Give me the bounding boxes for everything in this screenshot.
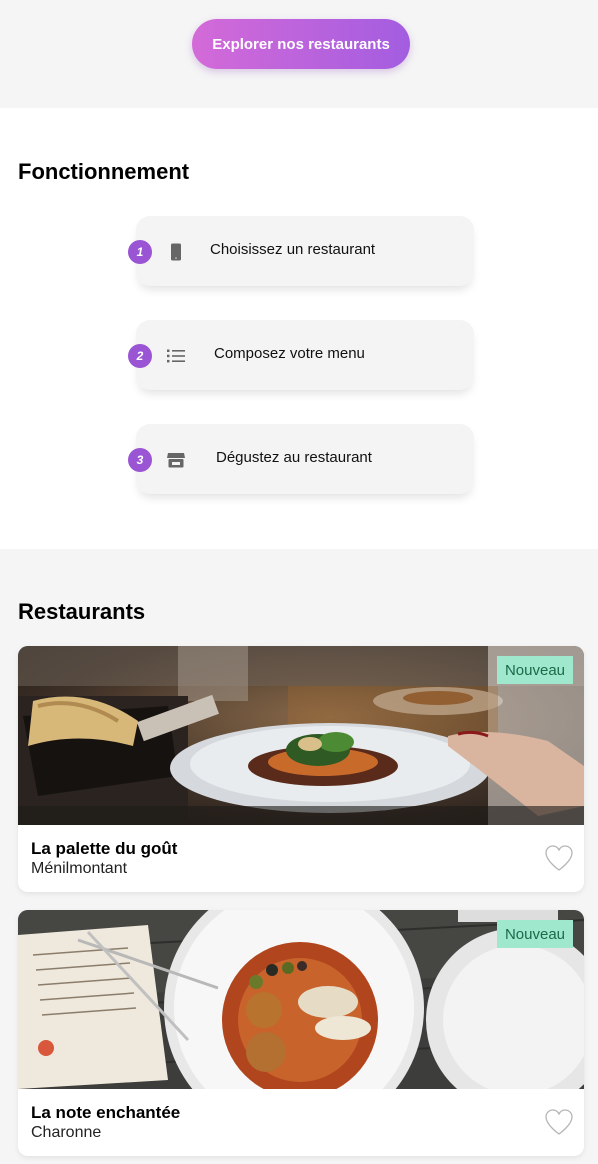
restaurant-area: Charonne	[31, 1124, 102, 1141]
explore-restaurants-button[interactable]: Explorer nos restaurants	[192, 19, 410, 69]
restaurant-card[interactable]: Nouveau La note enchantée Charonne	[18, 910, 584, 1156]
step-label: Dégustez au restaurant	[216, 449, 372, 466]
phone-icon	[166, 242, 186, 262]
restaurants-title: Restaurants	[18, 599, 146, 624]
step-number-badge: 2	[128, 344, 152, 368]
step-choose-restaurant: 1 Choisissez un restaurant	[128, 216, 474, 286]
restaurant-area: Ménilmontant	[31, 860, 128, 877]
restaurants-section: Restaurants Nouveau La palette du goût M…	[0, 549, 598, 1164]
step-number-badge: 1	[128, 240, 152, 264]
step-enjoy-restaurant: 3 Dégustez au restaurant	[128, 424, 474, 494]
new-badge: Nouveau	[496, 920, 573, 948]
step-label: Choisissez un restaurant	[210, 241, 376, 258]
restaurant-card[interactable]: Nouveau La palette du goût Ménilmontant	[18, 646, 584, 892]
step-number-badge: 3	[128, 448, 152, 472]
store-icon	[166, 450, 186, 470]
step-label: Composez votre menu	[214, 345, 365, 362]
top-band: Explorer nos restaurants	[0, 0, 598, 108]
restaurant-name: La note enchantée	[31, 1103, 181, 1122]
heart-outline-icon	[545, 845, 573, 871]
step-compose-menu: 2 Composez votre menu	[128, 320, 474, 390]
favorite-button[interactable]	[544, 1108, 574, 1136]
list-icon	[166, 346, 186, 366]
how-it-works-section: Fonctionnement 1 Choisissez un restauran…	[0, 108, 598, 549]
how-it-works-title: Fonctionnement	[18, 159, 190, 184]
heart-outline-icon	[545, 1109, 573, 1135]
favorite-button[interactable]	[544, 844, 574, 872]
restaurant-name: La palette du goût	[31, 839, 178, 858]
new-badge: Nouveau	[496, 656, 573, 684]
